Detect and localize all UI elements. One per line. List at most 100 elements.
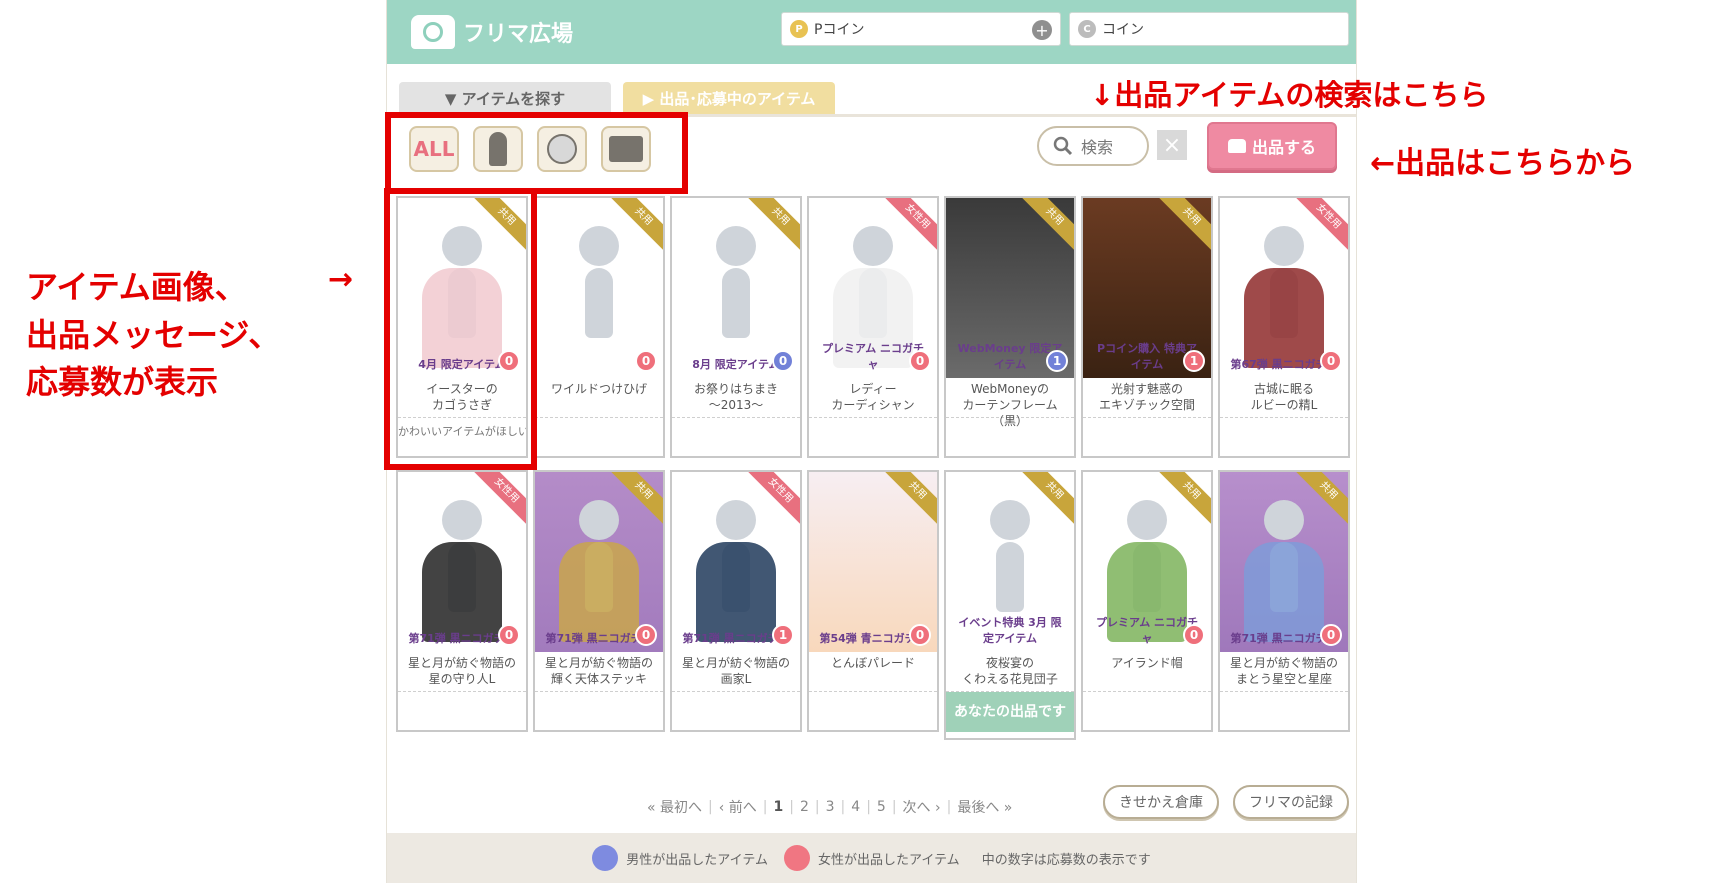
item-card[interactable]: 女性用 第67弾 黒ニコガチャ 0 古城に眠る ルビーの精L [1218,196,1350,458]
item-card[interactable]: 共用 8月 限定アイテム 0 お祭りはちまき ～2013～ [670,196,802,458]
add-pcoin-button[interactable]: + [1032,20,1052,40]
application-count-badge: 1 [772,624,794,646]
page-next-link[interactable]: 次へ › [903,797,941,817]
page-link-4[interactable]: 4 [851,799,860,815]
outfit-graphic [559,542,639,642]
mannequin-head [853,226,893,266]
page-link-3[interactable]: 3 [826,799,835,815]
coin-balance: C コイン [1069,12,1349,46]
tab-search-items[interactable]: ▼ アイテムを探す [399,82,611,114]
application-count-badge: 0 [909,624,931,646]
item-name: 星と月が紡ぐ物語の 輝く天体ステッキ [535,652,663,692]
item-card[interactable]: 女性用 プレミアム ニコガチャ 0 レディー カーディシャン [807,196,939,458]
gender-tag-ribbon: 共用 [1019,198,1074,252]
mannequin-body [722,268,750,338]
application-count-badge: 1 [1046,350,1068,372]
item-image[interactable]: 共用 WebMoney 限定アイテム 1 [946,198,1074,378]
legend-bar: 男性が出品したアイテム 女性が出品したアイテム 中の数字は応募数の表示です [387,833,1356,883]
item-image[interactable]: 共用 第71弾 黒ニコガチャ 0 [535,472,663,652]
page-link-1[interactable]: 1 [774,799,784,815]
clear-search-button[interactable]: × [1157,130,1187,160]
item-name: 古城に眠る ルビーの精L [1220,378,1348,418]
outfit-graphic [422,542,502,642]
listing-message [672,692,800,722]
item-image[interactable]: 女性用 プレミアム ニコガチャ 0 [809,198,937,378]
item-image[interactable]: 共用 8月 限定アイテム 0 [672,198,800,378]
wardrobe-button[interactable]: きせかえ倉庫 [1103,785,1219,819]
shirt-icon [1227,139,1246,153]
search-label: 検索 [1081,138,1114,157]
item-card[interactable]: 共用 第71弾 黒ニコガチャ 0 星と月が紡ぐ物語の まとう星空と星座 [1218,470,1350,732]
item-card[interactable]: 共用 0 ワイルドつけひげ [533,196,665,458]
item-name: ワイルドつけひげ [535,378,663,418]
item-card[interactable]: 共用 Pコイン購入 特典アイテム 1 光射す魅惑の エキゾチック空間 [1081,196,1213,458]
flea-record-button[interactable]: フリマの記録 [1233,785,1349,819]
page-link-2[interactable]: 2 [800,799,809,815]
item-card[interactable]: 共用 プレミアム ニコガチャ 0 アイランド帽 [1081,470,1213,732]
listing-message [398,692,526,722]
item-card[interactable]: 共用 第54弾 青ニコガチャ 0 とんぼパレード [807,470,939,732]
application-count-badge: 0 [1320,350,1342,372]
listing-message [1220,692,1348,722]
app-title: フリマ広場 [463,22,574,47]
shirt-logo-icon [411,15,455,49]
mannequin-head [579,500,619,540]
search-hint-annotation: ↓出品アイテムの検索はこちら [1090,78,1489,112]
search-icon [1053,136,1073,156]
item-name: 星と月が紡ぐ物語の 画家L [672,652,800,692]
page-link-5[interactable]: 5 [877,799,886,815]
post-item-label: 出品する [1251,138,1316,157]
item-name: とんぼパレード [809,652,937,692]
listing-message [1083,418,1211,448]
legend-note: 中の数字は応募数の表示です [981,852,1151,868]
mannequin-head [716,226,756,266]
item-image[interactable]: 共用 プレミアム ニコガチャ 0 [1083,472,1211,652]
page-first-link[interactable]: « 最初へ [647,797,702,817]
item-hint-line-3: 応募数が表示 [26,363,219,401]
item-image[interactable]: 共用 第71弾 黒ニコガチャ 0 [1220,472,1348,652]
outfit-graphic [1244,542,1324,642]
header-bar: フリマ広場 P Pコイン + C コイン [387,0,1356,64]
application-count-badge: 0 [1183,624,1205,646]
item-name: 星と月が紡ぐ物語の まとう星空と星座 [1220,652,1348,692]
item-card[interactable]: 共用 イベント特典 3月 限定アイテム 夜桜宴の くわえる花見団子 あなたの出品です [944,470,1076,740]
item-name: アイランド帽 [1083,652,1211,692]
pcoin-icon: P [790,20,808,38]
listing-message [535,692,663,722]
item-card[interactable]: 女性用 第71弾 黒ニコガチャ 0 星と月が紡ぐ物語の 星の守り人L [396,470,528,732]
item-name: 夜桜宴の くわえる花見団子 [946,652,1074,692]
listing-message [672,418,800,448]
gender-tag-ribbon: 共用 [1156,198,1211,252]
item-image[interactable]: 女性用 第71弾 黒ニコガチャ 0 [398,472,526,652]
legend-female: 女性が出品したアイテム [817,852,960,868]
item-image[interactable]: 共用 Pコイン購入 特典アイテム 1 [1083,198,1211,378]
outfit-graphic [696,542,776,642]
item-image[interactable]: 女性用 第67弾 黒ニコガチャ 0 [1220,198,1348,378]
coin-label: コイン [1102,22,1144,38]
search-button[interactable]: 検索 [1037,126,1149,166]
mannequin-body [996,542,1024,612]
item-image[interactable]: 共用 第54弾 青ニコガチャ 0 [809,472,937,652]
post-item-button[interactable]: 出品する [1207,122,1337,170]
item-image[interactable]: 女性用 第71弾 黒ニコガチャ 1 [672,472,800,652]
item-card[interactable]: 共用 WebMoney 限定アイテム 1 WebMoneyの カーテンフレーム（黒） [944,196,1076,458]
item-name: お祭りはちまき ～2013～ [672,378,800,418]
item-image[interactable]: 共用 イベント特典 3月 限定アイテム [946,472,1074,652]
app-logo[interactable]: フリマ広場 [411,12,573,52]
item-image[interactable]: 共用 0 [535,198,663,378]
mannequin-head [442,500,482,540]
listing-message [535,418,663,448]
item-card[interactable]: 女性用 第71弾 黒ニコガチャ 1 星と月が紡ぐ物語の 画家L [670,470,802,732]
item-hint-arrow: → [328,262,354,297]
mannequin-head [716,500,756,540]
listing-message [809,692,937,722]
page-prev-link[interactable]: ‹ 前へ [719,797,757,817]
male-dot-icon [592,845,619,871]
item-hint-line-1: アイテム画像、 [26,268,247,306]
page-last-link[interactable]: 最後へ » [957,797,1012,817]
mannequin-head [579,226,619,266]
your-listing-label: あなたの出品です [946,692,1074,732]
item-card[interactable]: 共用 第71弾 黒ニコガチャ 0 星と月が紡ぐ物語の 輝く天体ステッキ [533,470,665,732]
item-name: 光射す魅惑の エキゾチック空間 [1083,378,1211,418]
tab-my-listings[interactable]: ▶ 出品･応募中のアイテム [623,82,835,114]
